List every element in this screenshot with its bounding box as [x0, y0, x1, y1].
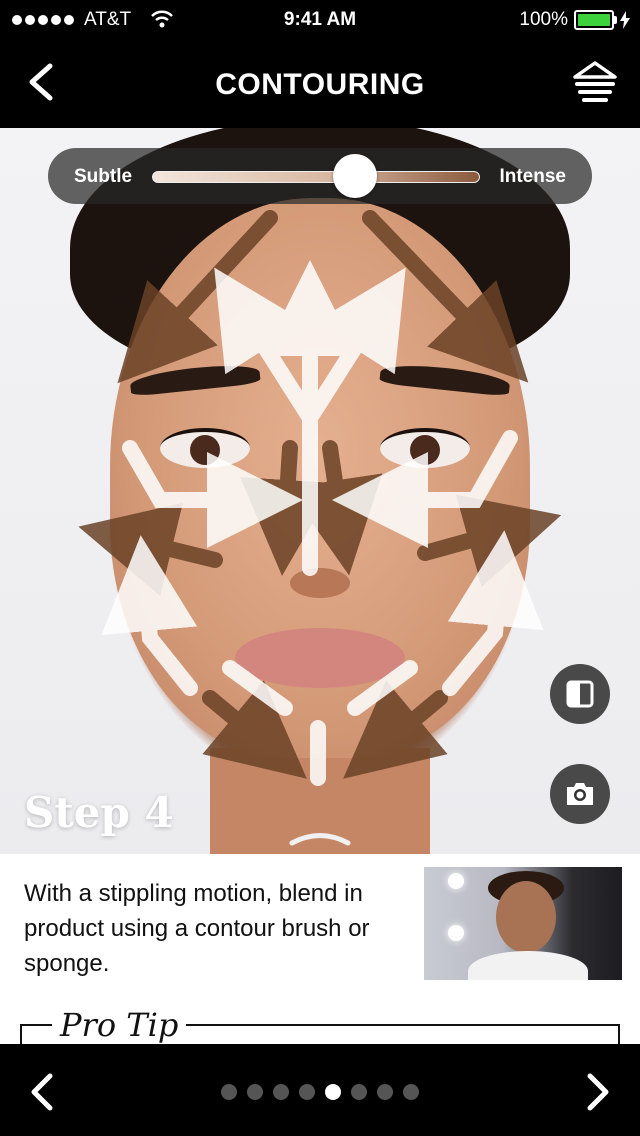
page-dot[interactable] — [325, 1084, 341, 1100]
camera-button[interactable] — [550, 764, 610, 824]
page-dot[interactable] — [403, 1084, 419, 1100]
chin-highlight-right — [347, 660, 418, 716]
charging-bolt-icon — [620, 11, 630, 29]
page-dot[interactable] — [221, 1084, 237, 1100]
chin-highlight-left — [222, 660, 293, 716]
contour-guide-overlay — [78, 210, 562, 786]
video-thumbnail[interactable] — [424, 867, 622, 980]
forehead-highlight-right — [302, 267, 406, 426]
jaw-contour-right — [343, 680, 448, 779]
split-view-icon — [566, 680, 594, 708]
app-screen: AT&T 9:41 AM 100% CONTOURING Subtle Inte… — [0, 0, 640, 1136]
battery-status: 100% — [519, 9, 630, 31]
status-bar: AT&T 9:41 AM 100% — [0, 0, 640, 40]
step-description: With a stippling motion, blend in produc… — [24, 880, 370, 977]
nose-contour-right — [287, 440, 383, 576]
next-step-chevron-icon[interactable] — [580, 1070, 616, 1114]
thumbnail-face — [496, 881, 556, 953]
step-label: Step 4 — [24, 788, 174, 837]
page-dot[interactable] — [351, 1084, 367, 1100]
nav-bar: CONTOURING — [0, 40, 640, 128]
page-dot[interactable] — [299, 1084, 315, 1100]
pro-tip-label: Pro Tip — [52, 1006, 187, 1044]
compare-button[interactable] — [550, 664, 610, 724]
mirror-light — [448, 873, 464, 889]
face-photo: Subtle Intense Step 4 — [0, 128, 640, 854]
jaw-highlight-left — [101, 535, 198, 696]
step-content: With a stippling motion, blend in produc… — [0, 854, 640, 1054]
intensity-slider[interactable]: Subtle Intense — [48, 148, 592, 204]
page-dot[interactable] — [273, 1084, 289, 1100]
slider-max-label: Intense — [499, 166, 566, 187]
layers-menu-icon[interactable] — [570, 60, 620, 106]
slider-min-label: Subtle — [74, 166, 133, 187]
nose-contour-left — [240, 440, 336, 576]
page-dot[interactable] — [247, 1084, 263, 1100]
under-eye-highlight-left — [122, 440, 303, 548]
cheek-contour-left — [78, 502, 223, 597]
bottom-nav — [0, 1044, 640, 1136]
mirror-light — [448, 925, 464, 941]
forehead-highlight-left — [214, 267, 318, 426]
chevron-up-icon[interactable] — [288, 830, 352, 846]
jaw-contour-left — [202, 680, 307, 779]
slider-track[interactable] — [152, 171, 480, 183]
jaw-highlight-right — [442, 530, 544, 696]
pro-tip-box: Pro Tip — [20, 1006, 620, 1054]
battery-icon — [574, 10, 617, 30]
battery-percent: 100% — [519, 9, 568, 30]
thumbnail-shoulders — [468, 951, 588, 980]
cheek-contour-right — [417, 494, 562, 588]
page-title: CONTOURING — [215, 68, 425, 101]
forehead-contour-right — [362, 210, 529, 383]
under-eye-highlight-right — [332, 430, 518, 548]
slider-thumb[interactable] — [333, 154, 378, 198]
page-indicator — [0, 1084, 640, 1100]
page-dot[interactable] — [377, 1084, 393, 1100]
camera-icon — [567, 783, 593, 805]
